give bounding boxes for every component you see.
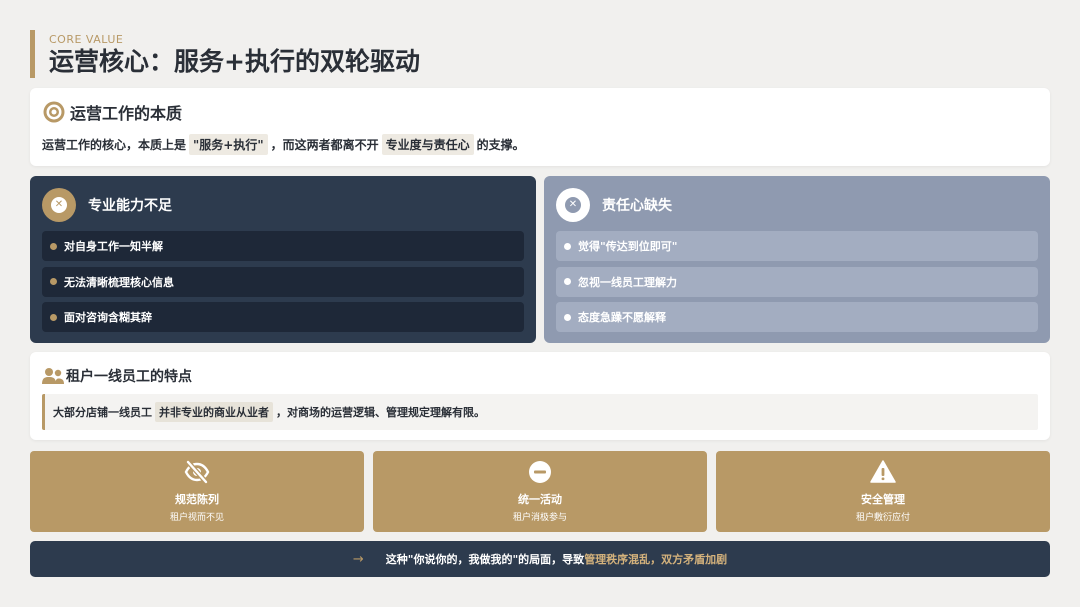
- bullet-dot: [564, 242, 571, 250]
- page-header: CORE VALUE 运营核心：服务+执行的双轮驱动: [30, 30, 420, 78]
- panel-header: ✕ 责任心缺失: [556, 188, 672, 222]
- target-icon: [43, 101, 65, 123]
- conclusion-accent: 管理秩序混乱，双方矛盾加剧: [584, 553, 728, 566]
- tile-sublabel: 租户敷衍应付: [855, 513, 910, 523]
- list-item-label: 态度急躁不愿解释: [578, 311, 666, 324]
- issue-tile-activity: 统一活动 租户消极参与: [373, 451, 707, 532]
- conclusion-bar: → 这种"你说你的，我做我的"的局面，导致 管理秩序混乱，双方矛盾加剧: [30, 541, 1050, 577]
- panel-title: 责任心缺失: [602, 198, 672, 214]
- essence-text-part-2: ，而这两者都离不开: [270, 138, 379, 152]
- tenant-text-part-2: ，对商场的运营逻辑、管理规定理解有限。: [276, 406, 485, 419]
- tile-label: 统一活动: [518, 493, 562, 506]
- tile-label: 安全管理: [861, 493, 905, 506]
- bullet-dot: [50, 313, 57, 321]
- minus-circle-icon: [529, 461, 551, 483]
- list-item-label: 忽视一线员工理解力: [578, 275, 677, 289]
- issue-tile-display: 规范陈列 租户视而不见: [30, 451, 364, 532]
- list-item-label: 对自身工作一知半解: [64, 240, 163, 253]
- tenant-highlight: 并非专业的商业从业者: [155, 402, 273, 422]
- tenant-heading: 租户一线员工的特点: [42, 366, 192, 386]
- conclusion-text: 这种"你说你的，我做我的"的局面，导致: [385, 553, 585, 566]
- essence-title: 运营工作的本质: [70, 104, 183, 123]
- list-item-label: 无法清晰梳理核心信息: [64, 275, 174, 289]
- list-item: 无法清晰梳理核心信息: [42, 266, 524, 297]
- bullet-dot: [564, 278, 571, 285]
- list-item: 觉得"传达到位即可": [556, 231, 1038, 261]
- tile-label: 规范陈列: [175, 493, 219, 506]
- essence-text: 运营工作的核心，本质上是 "服务+执行" ，而这两者都离不开 专业度与责任心 的…: [42, 134, 525, 155]
- panel-responsibility: ✕ 责任心缺失 觉得"传达到位即可" 忽视一线员工理解力 态度急躁不愿解释: [544, 176, 1050, 343]
- essence-highlight-2: 专业度与责任心: [381, 134, 474, 155]
- arrow-right-icon: →: [352, 551, 364, 567]
- page-title: 运营核心：服务+执行的双轮驱动: [49, 47, 420, 76]
- essence-text-part-3: 的支撑。: [476, 138, 525, 152]
- list-item: 面对咨询含糊其辞: [42, 302, 524, 332]
- panel-list: 对自身工作一知半解 无法清晰梳理核心信息 面对咨询含糊其辞: [42, 231, 524, 338]
- tenant-title: 租户一线员工的特点: [66, 369, 192, 385]
- bullet-dot: [564, 313, 571, 321]
- bullet-dot: [50, 278, 57, 285]
- essence-card: 运营工作的本质 运营工作的核心，本质上是 "服务+执行" ，而这两者都离不开 专…: [30, 88, 1050, 166]
- panel-professional-ability: ✕ 专业能力不足 对自身工作一知半解 无法清晰梳理核心信息 面对咨询含糊其辞: [30, 176, 536, 343]
- list-item-label: 面对咨询含糊其辞: [64, 311, 152, 324]
- users-icon: [42, 368, 64, 384]
- warning-triangle-icon: [870, 460, 896, 483]
- bullet-dot: [50, 242, 57, 250]
- panel-list: 觉得"传达到位即可" 忽视一线员工理解力 态度急躁不愿解释: [556, 231, 1038, 338]
- essence-text-part-1: 运营工作的核心，本质上是: [42, 138, 187, 152]
- issue-tile-safety: 安全管理 租户敷衍应付: [716, 451, 1050, 532]
- tenant-quote: 大部分店铺一线员工 并非专业的商业从业者 ，对商场的运营逻辑、管理规定理解有限。: [42, 394, 1038, 430]
- tenant-staff-card: 租户一线员工的特点 大部分店铺一线员工 并非专业的商业从业者 ，对商场的运营逻辑…: [30, 352, 1050, 440]
- list-item: 态度急躁不愿解释: [556, 302, 1038, 332]
- x-circle-icon: ✕: [42, 188, 76, 222]
- x-circle-icon: ✕: [556, 188, 590, 222]
- list-item: 对自身工作一知半解: [42, 231, 524, 261]
- list-item-label: 觉得"传达到位即可": [578, 240, 678, 253]
- tile-sublabel: 租户视而不见: [169, 513, 224, 523]
- tile-sublabel: 租户消极参与: [512, 513, 567, 523]
- eyebrow-label: CORE VALUE: [49, 33, 124, 46]
- panel-title: 专业能力不足: [88, 198, 172, 214]
- eye-slash-icon: [184, 460, 210, 484]
- essence-highlight-1: "服务+执行": [189, 134, 268, 155]
- list-item: 忽视一线员工理解力: [556, 266, 1038, 297]
- essence-heading: 运营工作的本质: [42, 100, 182, 124]
- panel-header: ✕ 专业能力不足: [42, 188, 172, 222]
- tenant-text-part-1: 大部分店铺一线员工: [53, 406, 152, 419]
